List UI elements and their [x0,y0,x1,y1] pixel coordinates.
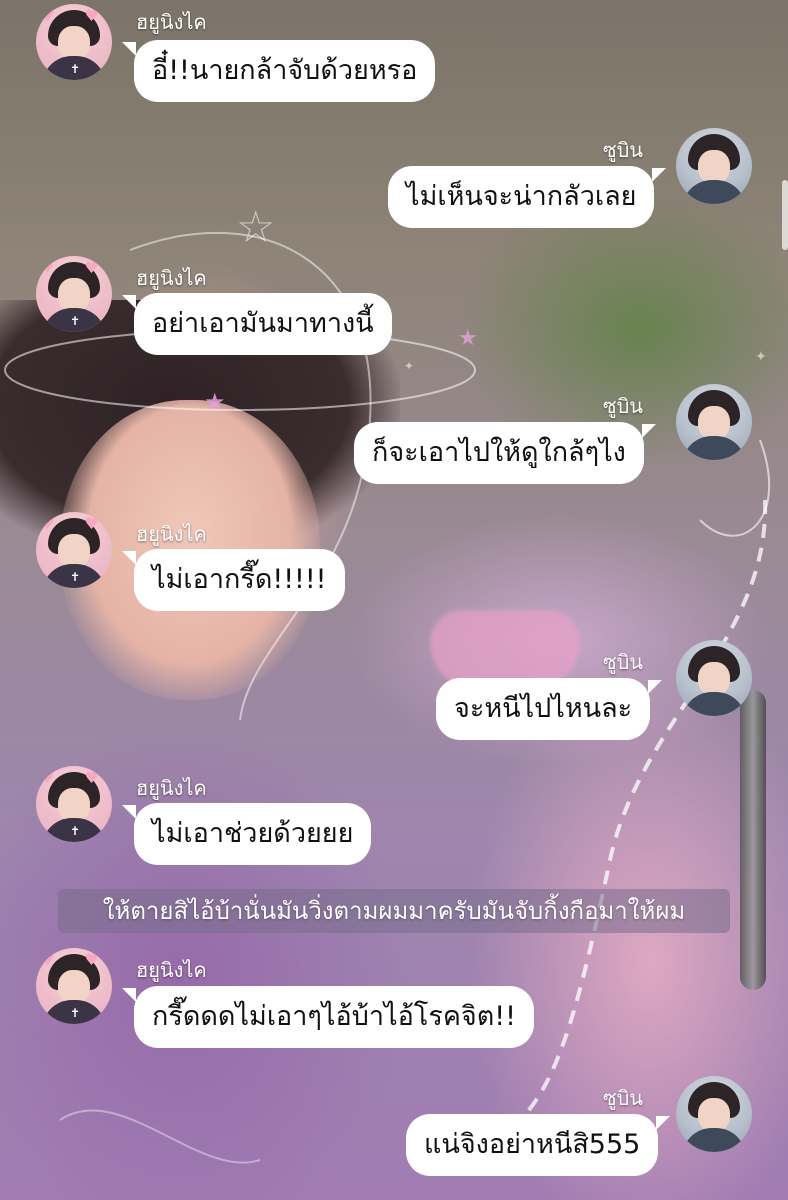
avatar-soobin[interactable] [676,384,752,460]
chat-bubble: ก็จะเอาไปให้ดูใกล้ๆไง [354,422,656,484]
sparkle-icon: ✦ [404,359,415,373]
sender-name: ฮยูนิงไค [136,266,207,290]
chat-bubble: อย่าเอามันมาทางนี้ [122,293,392,355]
star-icon: ☆ [236,202,276,253]
sender-name: ซูบิน [603,650,643,674]
sender-name: ฮยูนิงไค [136,522,207,546]
chat-bubble: แน่จิงอย่าหนีสิ555 [406,1114,671,1176]
chat-bubble: จะหนีไปไหนละ [436,678,663,740]
star-icon: ★ [458,326,478,351]
narration-caption: ให้ตายสิไอ้บ้านั่นมันวิ่งตามผมมาครับมันจ… [58,889,730,933]
avatar-huening-kai[interactable]: ✝♥♥ [36,512,112,588]
avatar-soobin[interactable] [676,128,752,204]
avatar-soobin[interactable] [676,1076,752,1152]
avatar-huening-kai[interactable]: ✝♥♥ [36,766,112,842]
chat-bubble: ไม่เอาช่วยด้วยยย [121,803,372,865]
sender-name: ฮยูนิงไค [136,10,207,34]
avatar-soobin[interactable] [676,640,752,716]
sender-name: ฮยูนิงไค [136,776,207,800]
avatar-huening-kai[interactable]: ✝♥♥ [36,256,112,332]
avatar-huening-kai[interactable]: ✝♥♥ [36,948,112,1024]
avatar-huening-kai[interactable]: ✝♥♥ [36,4,112,80]
sender-name: ซูบิน [603,394,643,418]
chat-bubble: ไม่เห็นจะน่ากลัวเลย [388,166,667,228]
sender-name: ฮยูนิงไค [136,958,207,982]
chat-bubble: ไม่เอากรี๊ด!!!!! [122,549,345,611]
sender-name: ซูบิน [603,138,643,162]
chat-bubble: กรี๊ดดดไม่เอาๆไอ้บ้าไอ้โรคจิต!! [122,986,534,1048]
background-microphone [740,690,766,990]
scrollbar-thumb[interactable] [782,180,788,250]
chat-bubble: อี๋!!นายกล้าจับด้วยหรอ [121,40,436,102]
sender-name: ซูบิน [603,1086,643,1110]
sparkle-icon: ✦ [755,349,767,365]
star-icon: ★ [204,388,226,416]
